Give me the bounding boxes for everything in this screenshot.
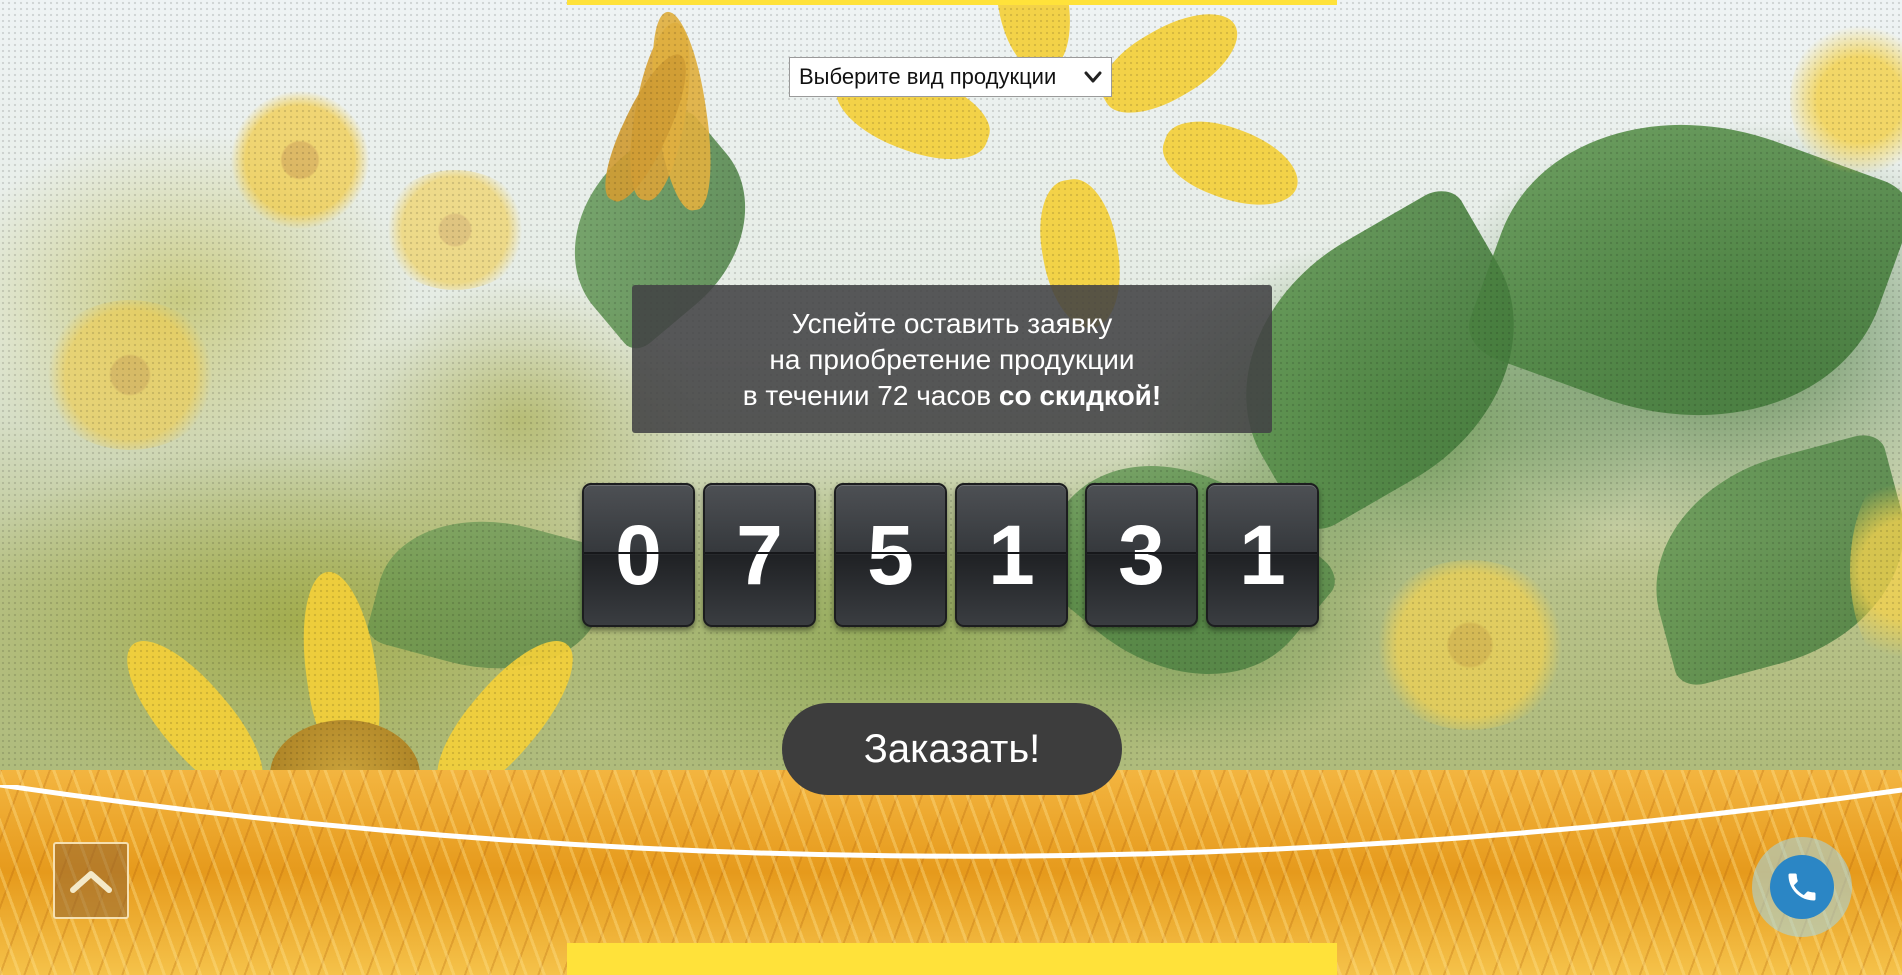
chevron-up-icon [70, 870, 112, 893]
product-type-select-value: Выберите вид продукции [799, 64, 1057, 89]
countdown-digit: 1 [955, 483, 1068, 627]
bottom-accent-bar [567, 943, 1337, 975]
callback-button[interactable] [1752, 837, 1852, 937]
promo-line-3-text: в течении 72 часов [742, 380, 999, 411]
promo-line-2: на приобретение продукции [769, 344, 1135, 375]
countdown-digit: 0 [582, 483, 695, 627]
countdown-digit: 3 [1085, 483, 1198, 627]
promo-panel: Успейте оставить заявку на приобретение … [632, 285, 1272, 433]
countdown-digit: 5 [834, 483, 947, 627]
wave-divider [0, 785, 1902, 859]
phone-icon [1788, 873, 1816, 901]
promo-line-1: Успейте оставить заявку [791, 308, 1113, 339]
scroll-top-button[interactable] [53, 842, 129, 919]
product-type-select[interactable]: Выберите вид продукции [789, 57, 1112, 97]
promo-discount-text: со скидкой! [998, 380, 1162, 411]
order-button[interactable]: Заказать! [782, 703, 1122, 795]
callback-button-inner [1770, 855, 1834, 919]
promo-line-3: в течении 72 часов со скидкой! [632, 378, 1272, 414]
countdown-digit: 1 [1206, 483, 1319, 627]
countdown-digit: 7 [703, 483, 816, 627]
top-accent-bar [567, 0, 1337, 5]
chevron-down-icon [1084, 71, 1102, 83]
